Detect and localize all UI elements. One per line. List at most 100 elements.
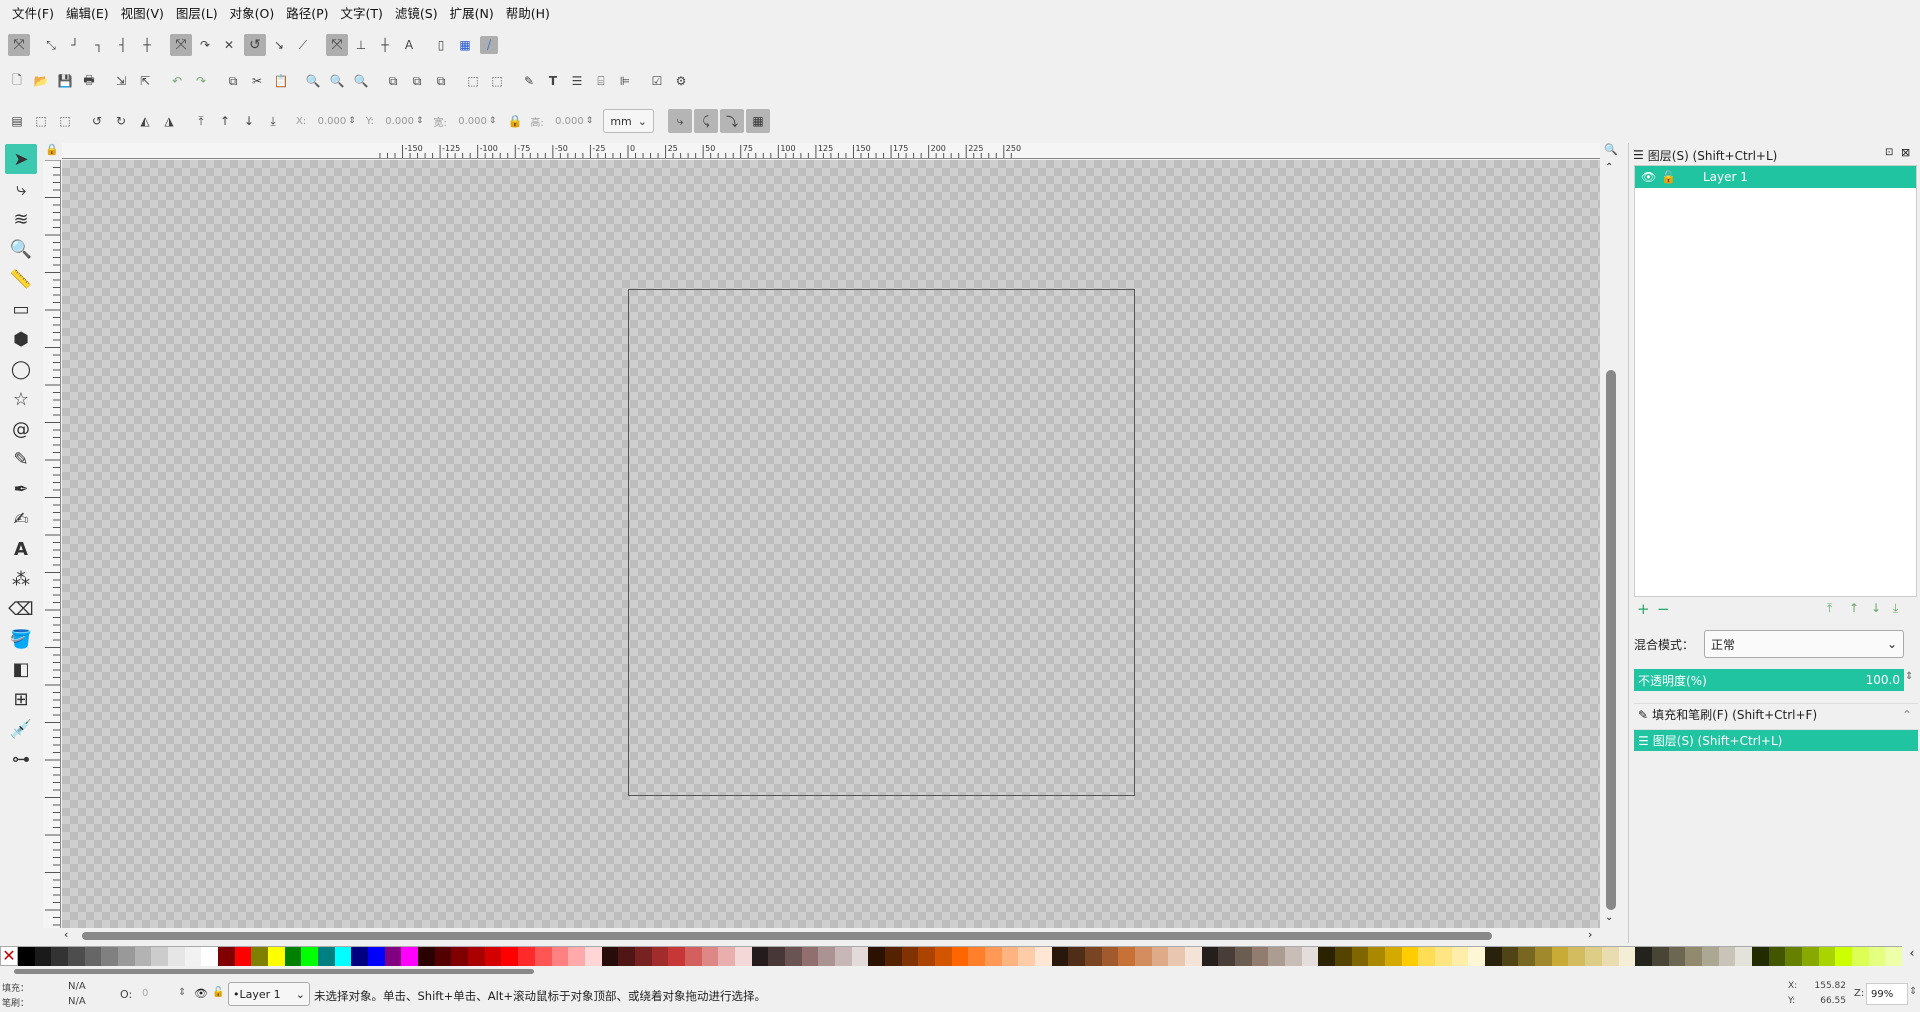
y-input[interactable] bbox=[373, 112, 414, 130]
palette-swatch[interactable] bbox=[1018, 947, 1035, 966]
unlink-clone-icon[interactable]: ⧉ bbox=[432, 72, 450, 90]
calligraphy-tool-icon[interactable]: ✍ bbox=[5, 504, 37, 534]
scroll-down-icon[interactable]: ⌄ bbox=[1605, 912, 1613, 923]
palette-swatch[interactable] bbox=[318, 947, 335, 966]
palette-swatch[interactable] bbox=[501, 947, 519, 966]
spiral-tool-icon[interactable]: @ bbox=[5, 414, 37, 444]
palette-swatch[interactable] bbox=[601, 947, 619, 966]
cut-icon[interactable]: ✂ bbox=[248, 72, 266, 90]
palette-swatch[interactable] bbox=[1601, 947, 1619, 966]
x-input[interactable] bbox=[306, 112, 347, 130]
spray-tool-icon[interactable]: ⁂ bbox=[5, 564, 37, 594]
palette-swatch[interactable] bbox=[1818, 947, 1836, 966]
palette-swatch[interactable] bbox=[1868, 947, 1886, 966]
3d-box-tool-icon[interactable]: ⬢ bbox=[5, 324, 37, 354]
deselect-icon[interactable]: ⬚ bbox=[56, 112, 74, 130]
palette-swatch[interactable] bbox=[1418, 947, 1436, 966]
select-all-icon[interactable]: ▤ bbox=[8, 112, 26, 130]
palette-swatch[interactable] bbox=[1451, 947, 1469, 966]
palette-swatch[interactable] bbox=[1718, 947, 1736, 966]
gradient-tool-icon[interactable]: ◧ bbox=[5, 654, 37, 684]
horizontal-scroll-thumb[interactable] bbox=[82, 932, 1492, 940]
palette-swatch[interactable] bbox=[1085, 947, 1102, 966]
snap-enable-icon[interactable]: ⤧ bbox=[8, 34, 30, 56]
stroke-value[interactable]: N/A bbox=[68, 996, 86, 1007]
snap-intersection-icon[interactable]: ✕ bbox=[220, 36, 238, 54]
palette-menu-icon[interactable]: ‹ bbox=[1904, 946, 1920, 966]
pencil-tool-icon[interactable]: ✎ bbox=[5, 444, 37, 474]
menu-text[interactable]: 文字(T) bbox=[335, 0, 389, 28]
palette-swatch[interactable] bbox=[634, 947, 652, 966]
fill-value[interactable]: N/A bbox=[68, 981, 86, 992]
fill-stroke-icon[interactable]: ✎ bbox=[520, 72, 538, 90]
palette-swatch[interactable] bbox=[1368, 947, 1386, 966]
palette-swatch[interactable] bbox=[551, 947, 569, 966]
clone-icon[interactable]: ⧉ bbox=[408, 72, 426, 90]
pen-tool-icon[interactable]: ✒ bbox=[5, 474, 37, 504]
palette-swatch[interactable] bbox=[768, 947, 785, 966]
flip-vertical-icon[interactable]: ◮ bbox=[160, 112, 178, 130]
snap-cusp-icon[interactable]: ↺ bbox=[244, 34, 266, 56]
duplicate-icon[interactable]: ⧉ bbox=[384, 72, 402, 90]
palette-swatch[interactable] bbox=[1518, 947, 1536, 966]
palette-swatch[interactable] bbox=[1485, 947, 1502, 966]
layer-to-top-icon[interactable]: ⤒ bbox=[1827, 601, 1832, 616]
layer-to-bottom-icon[interactable]: ⤓ bbox=[1893, 601, 1898, 616]
dock-tab-layers[interactable]: ☰ 图层(S) (Shift+Ctrl+L) bbox=[1634, 729, 1918, 751]
ellipse-tool-icon[interactable]: ◯ bbox=[5, 354, 37, 384]
snap-bbox-edge-icon[interactable]: ┘ bbox=[66, 36, 84, 54]
palette-swatch[interactable] bbox=[1751, 947, 1769, 966]
palette-swatch[interactable] bbox=[84, 947, 102, 966]
palette-swatch[interactable] bbox=[18, 947, 35, 966]
transform-patterns-icon[interactable]: ▦ bbox=[745, 109, 770, 133]
vertical-scrollbar[interactable]: ⌃ ⌄ bbox=[1602, 160, 1620, 928]
palette-swatch[interactable] bbox=[1235, 947, 1252, 966]
menu-file[interactable]: 文件(F) bbox=[6, 0, 60, 28]
h-input[interactable] bbox=[543, 112, 584, 130]
snap-nodes-icon[interactable]: ⤧ bbox=[170, 34, 192, 56]
layer-visibility-icon[interactable]: 👁 bbox=[194, 987, 208, 1000]
transform-gradients-icon[interactable]: ⤵ bbox=[719, 109, 744, 133]
palette-swatch[interactable] bbox=[834, 947, 852, 966]
palette-swatch[interactable] bbox=[1768, 947, 1786, 966]
palette-swatch[interactable] bbox=[368, 947, 385, 966]
palette-swatch[interactable] bbox=[901, 947, 919, 966]
palette-swatch[interactable] bbox=[1285, 947, 1302, 966]
palette-swatch[interactable] bbox=[651, 947, 669, 966]
snap-bbox-icon[interactable]: ⤡ bbox=[42, 36, 60, 54]
align-distribute-icon[interactable]: ⊫ bbox=[616, 72, 634, 90]
text-tool-icon[interactable]: A bbox=[5, 534, 37, 564]
palette-swatch[interactable] bbox=[918, 947, 935, 966]
layer-raise-icon[interactable]: ↑ bbox=[1849, 601, 1859, 615]
layer-unlocked-icon[interactable]: 🔓 bbox=[1661, 170, 1677, 184]
palette-swatch[interactable] bbox=[784, 947, 802, 966]
palette-swatch[interactable] bbox=[1001, 947, 1019, 966]
x-spinner-icon[interactable]: ⇕ bbox=[348, 116, 356, 126]
w-spinner-icon[interactable]: ⇕ bbox=[489, 116, 497, 126]
palette-swatch[interactable] bbox=[284, 947, 302, 966]
blend-mode-select[interactable]: 正常 ⌄ bbox=[1704, 630, 1905, 658]
palette-swatch[interactable] bbox=[1835, 947, 1852, 966]
menu-filters[interactable]: 滤镜(S) bbox=[389, 0, 444, 28]
palette-swatch[interactable] bbox=[1068, 947, 1085, 966]
palette-swatch[interactable] bbox=[384, 947, 402, 966]
scroll-right-icon[interactable]: › bbox=[1588, 928, 1592, 941]
selector-tool-icon[interactable]: ➤ bbox=[5, 144, 37, 174]
palette-swatch[interactable] bbox=[401, 947, 419, 966]
select-all-layers-icon[interactable]: ⬚ bbox=[32, 112, 50, 130]
palette-swatch[interactable] bbox=[218, 947, 235, 966]
palette-swatch[interactable] bbox=[568, 947, 585, 966]
snap-smooth-icon[interactable]: ↘ bbox=[270, 36, 288, 54]
layer-name[interactable]: Layer 1 bbox=[1703, 170, 1748, 184]
palette-swatch[interactable] bbox=[1668, 947, 1686, 966]
palette-swatch[interactable] bbox=[1101, 947, 1119, 966]
palette-swatch[interactable] bbox=[351, 947, 369, 966]
palette-swatch[interactable] bbox=[1468, 947, 1486, 966]
layer-visible-icon[interactable]: 👁 bbox=[1641, 170, 1657, 184]
palette-swatch[interactable] bbox=[668, 947, 685, 966]
palette-swatch[interactable] bbox=[268, 947, 285, 966]
ungroup-icon[interactable]: ⬚ bbox=[488, 72, 506, 90]
palette-swatch[interactable] bbox=[968, 947, 985, 966]
dock-tab-fill-stroke[interactable]: ✎ 填充和笔刷(F) (Shift+Ctrl+F) ⌃ bbox=[1634, 703, 1918, 725]
palette-swatch[interactable] bbox=[1851, 947, 1869, 966]
